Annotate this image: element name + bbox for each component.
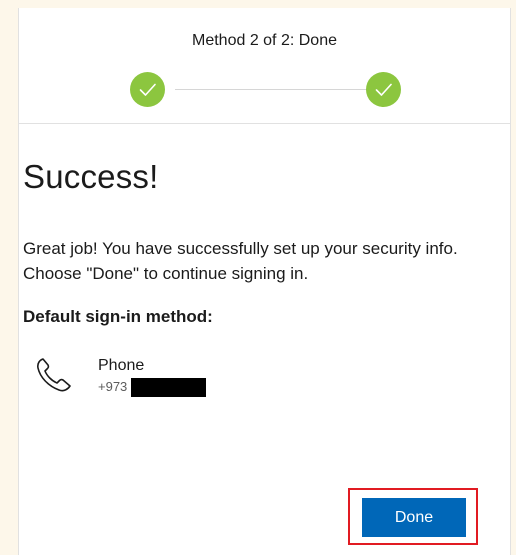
checkmark-icon: [375, 83, 392, 96]
default-method-label: Default sign-in method:: [23, 307, 213, 326]
redacted-number: [131, 378, 206, 397]
step-title: Method 2 of 2: Done: [192, 32, 337, 49]
step-2-complete-indicator: [366, 72, 401, 107]
progress-header: Method 2 of 2: Done: [19, 8, 510, 124]
done-button[interactable]: Done: [362, 498, 466, 537]
progress-line: [175, 89, 369, 90]
method-name: Phone: [98, 357, 145, 374]
step-1-complete-indicator: [130, 72, 165, 107]
checkmark-icon: [139, 83, 156, 96]
success-title: Success!: [23, 158, 159, 195]
success-message: Great job! You have successfully set up …: [23, 239, 458, 283]
method-number: +973: [98, 379, 128, 394]
phone-icon: [37, 358, 71, 392]
